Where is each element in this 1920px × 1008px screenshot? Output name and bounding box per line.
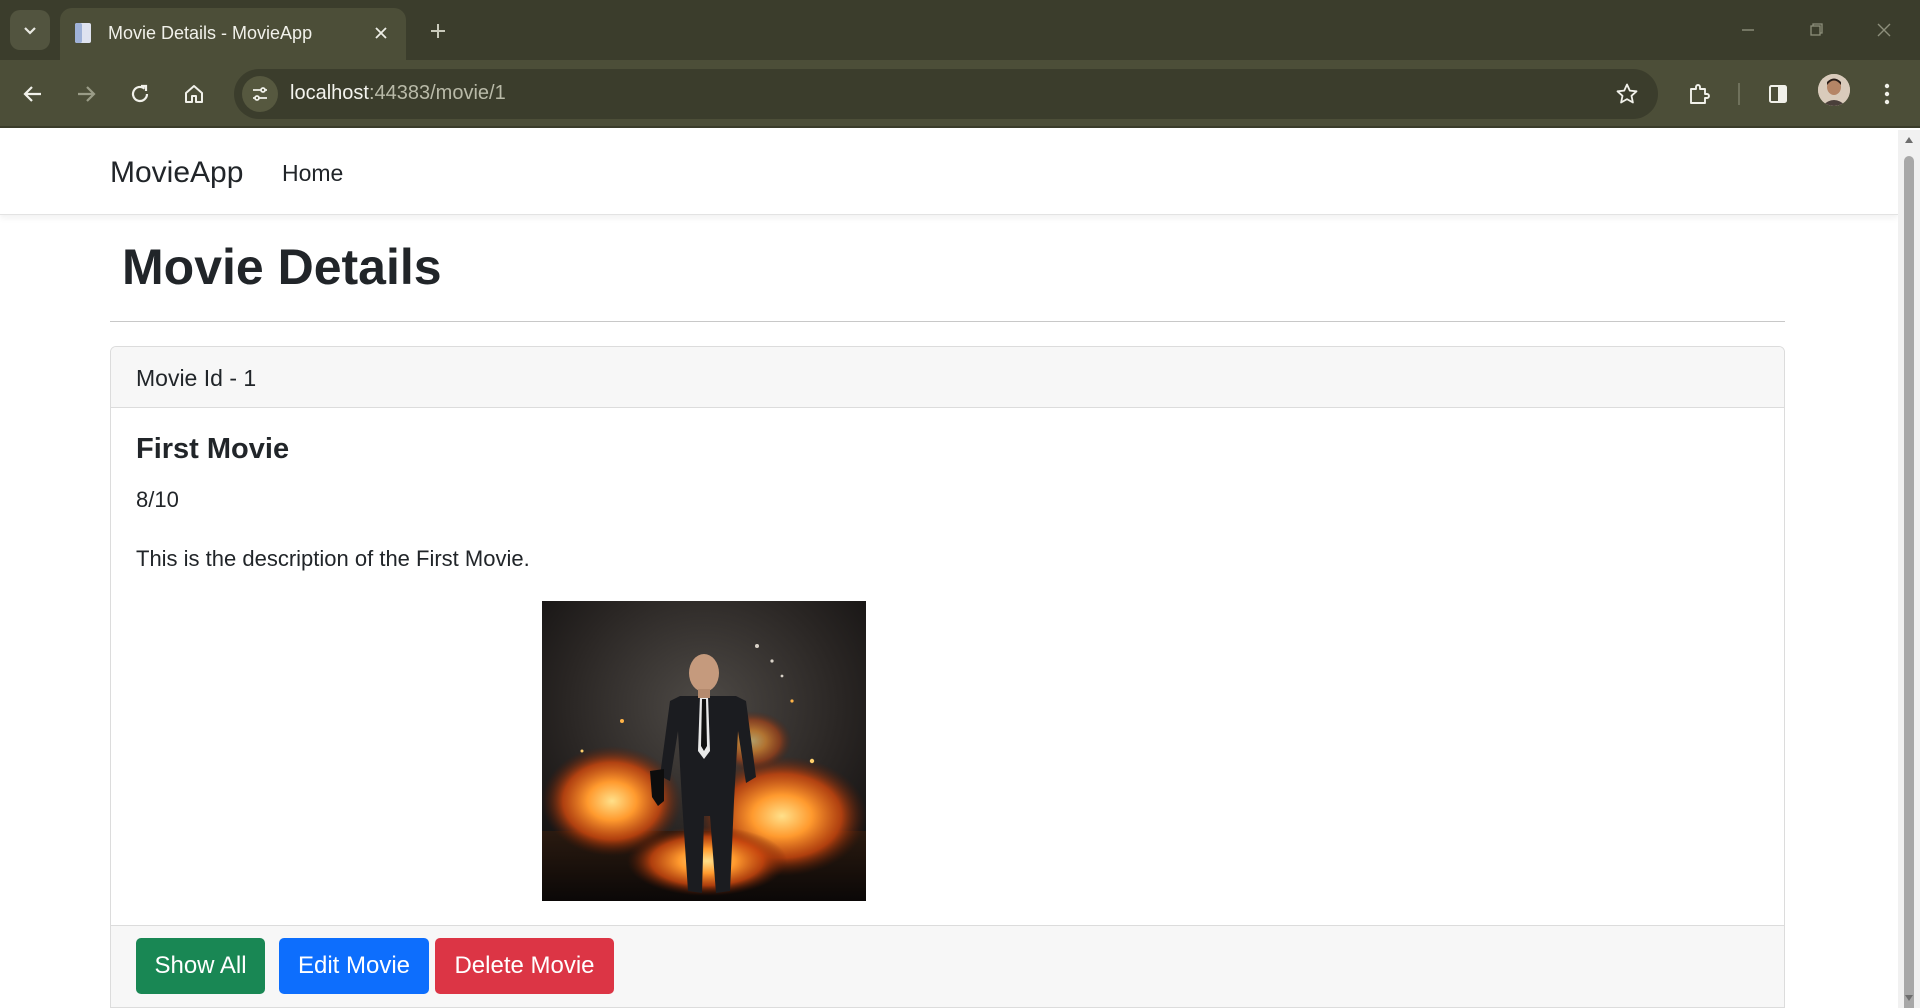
url-text: localhost:44383/movie/1	[290, 82, 506, 105]
browser-toolbar: localhost:44383/movie/1	[0, 60, 1920, 128]
extensions-button[interactable]	[1679, 74, 1719, 114]
home-button[interactable]	[174, 74, 214, 114]
browser-menu-button[interactable]	[1867, 74, 1907, 114]
scroll-down-button[interactable]	[1903, 993, 1915, 1003]
close-icon	[1877, 23, 1891, 37]
nav-link-home[interactable]: Home	[282, 160, 343, 187]
star-icon	[1616, 83, 1638, 104]
document-icon	[75, 23, 91, 43]
puzzle-icon	[1690, 84, 1710, 104]
address-bar[interactable]: localhost:44383/movie/1	[234, 69, 1658, 119]
url-path: :44383/movie/1	[368, 82, 506, 104]
movie-title: First Movie	[136, 433, 290, 465]
tab-search-button[interactable]	[10, 10, 50, 50]
movie-card: Movie Id - 1 First Movie 8/10 This is th…	[110, 346, 1785, 1008]
card-footer: Show All Edit Movie Delete Movie	[111, 925, 1784, 1007]
triangle-up-icon	[1905, 137, 1913, 143]
triangle-down-icon	[1905, 995, 1913, 1001]
close-window-button[interactable]	[1860, 12, 1908, 48]
restore-icon	[1810, 23, 1823, 36]
bookmark-button[interactable]	[1614, 81, 1640, 107]
toolbar-divider	[1738, 83, 1740, 105]
minimize-icon	[1742, 29, 1754, 31]
restore-button[interactable]	[1792, 12, 1840, 48]
close-icon	[375, 27, 387, 39]
avatar[interactable]	[1818, 74, 1850, 106]
show-all-button[interactable]: Show All	[136, 938, 265, 994]
page-viewport: MovieApp Home Movie Details Movie Id - 1…	[0, 130, 1898, 1008]
edit-movie-button[interactable]: Edit Movie	[279, 938, 429, 994]
movie-poster-image	[542, 601, 866, 901]
delete-movie-button[interactable]: Delete Movie	[435, 938, 614, 994]
minimize-button[interactable]	[1724, 12, 1772, 48]
active-tab[interactable]: Movie Details - MovieApp	[60, 8, 406, 60]
site-navbar: MovieApp Home	[0, 130, 1898, 215]
reload-icon	[131, 84, 149, 103]
page-scrollbar[interactable]	[1898, 130, 1920, 1008]
tab-title: Movie Details - MovieApp	[108, 23, 313, 43]
card-header: Movie Id - 1	[111, 347, 1784, 408]
reload-button[interactable]	[120, 74, 160, 114]
arrow-right-icon	[78, 86, 96, 102]
forward-button[interactable]	[66, 74, 106, 114]
plus-icon	[431, 24, 445, 38]
profile-avatar-icon	[1818, 74, 1850, 106]
back-button[interactable]	[13, 74, 53, 114]
home-icon	[185, 85, 203, 103]
chevron-down-icon	[24, 27, 36, 35]
close-tab-button[interactable]	[370, 22, 392, 44]
page-title: Movie Details	[122, 239, 442, 295]
movie-rating: 8/10	[136, 487, 179, 512]
tab-strip: Movie Details - MovieApp	[0, 0, 1920, 60]
kebab-menu-icon	[1884, 83, 1890, 105]
tune-icon	[253, 87, 267, 101]
navbar-brand[interactable]: MovieApp	[110, 156, 243, 190]
title-divider	[110, 321, 1785, 322]
side-panel-icon	[1769, 85, 1787, 103]
scroll-up-button[interactable]	[1903, 135, 1915, 145]
site-info-button[interactable]	[242, 76, 278, 112]
arrow-left-icon	[23, 86, 41, 102]
movie-description: This is the description of the First Mov…	[136, 546, 530, 571]
new-tab-button[interactable]	[422, 16, 454, 46]
url-host: localhost	[290, 82, 369, 104]
movie-poster	[542, 601, 866, 901]
scroll-thumb[interactable]	[1904, 156, 1914, 1008]
side-panel-button[interactable]	[1758, 74, 1798, 114]
movie-id-label: Movie Id - 1	[136, 365, 257, 391]
